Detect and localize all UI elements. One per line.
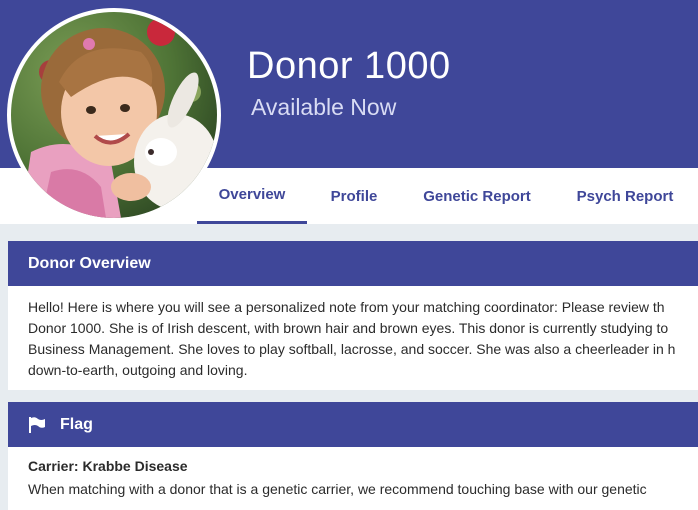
carrier-title: Carrier: Krabbe Disease xyxy=(28,458,188,474)
donor-photo xyxy=(11,12,217,218)
card-heading-flag: Flag xyxy=(8,402,698,447)
flag-heading: Flag xyxy=(60,415,93,433)
tab-profile[interactable]: Profile xyxy=(320,168,388,224)
overview-line: Donor 1000. She is of Irish descent, wit… xyxy=(28,320,669,336)
flag-icon xyxy=(29,416,45,433)
donor-name: Donor 1000 xyxy=(247,45,451,87)
overview-line: Hello! Here is where you will see a pers… xyxy=(28,299,665,315)
overview-line: Business Management. She loves to play s… xyxy=(28,341,676,357)
overview-line: down-to-earth, outgoing and loving. xyxy=(28,362,248,378)
card-heading: Donor Overview xyxy=(8,241,698,286)
donor-avatar xyxy=(7,8,221,222)
carrier-text: When matching with a donor that is a gen… xyxy=(28,481,647,497)
flag-card: Flag Carrier: Krabbe Disease When matchi… xyxy=(8,402,698,510)
tab-psych-report[interactable]: Psych Report xyxy=(566,168,684,224)
availability-status: Available Now xyxy=(251,94,397,120)
overview-text: Hello! Here is where you will see a pers… xyxy=(8,286,698,381)
flag-body: Carrier: Krabbe Disease When matching wi… xyxy=(8,447,698,500)
tab-genetic-report[interactable]: Genetic Report xyxy=(412,168,542,224)
donor-overview-card: Donor Overview Hello! Here is where you … xyxy=(8,241,698,390)
